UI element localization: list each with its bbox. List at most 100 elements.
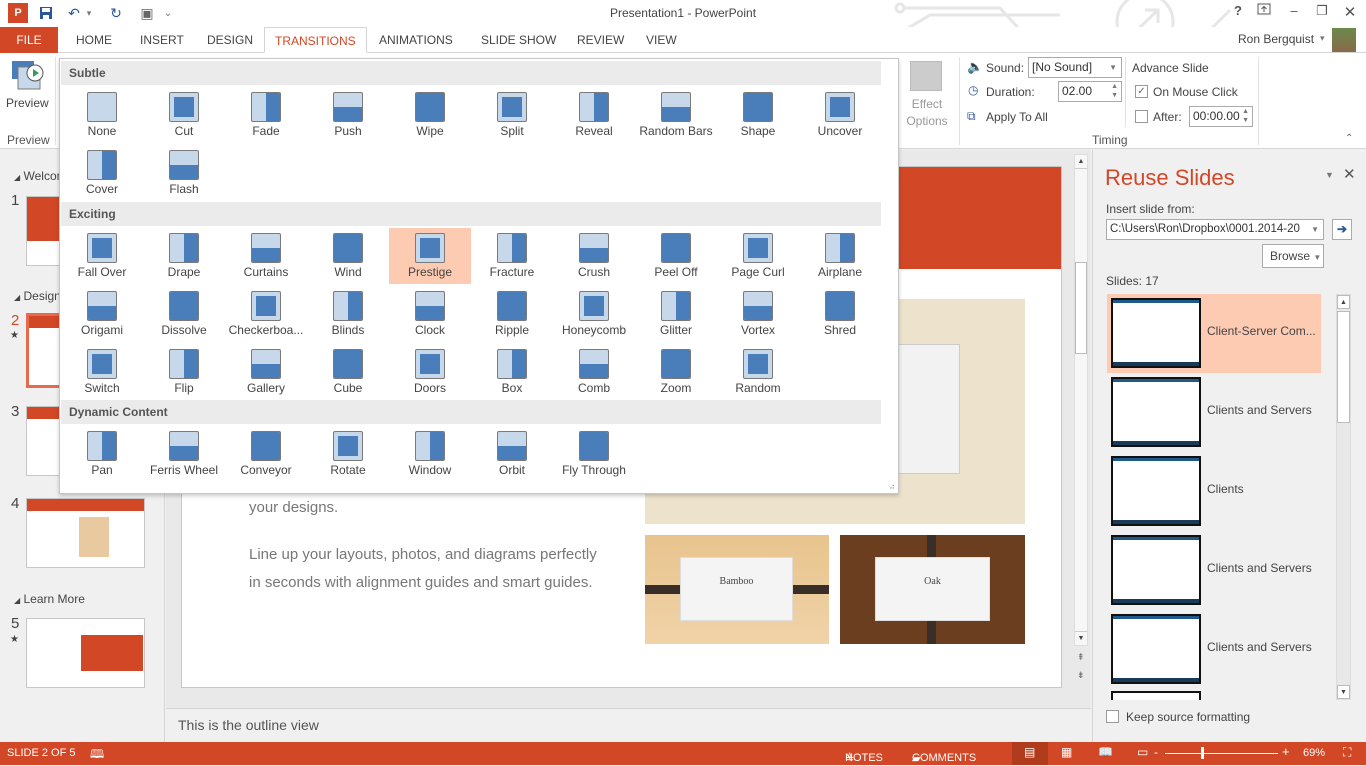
sound-dropdown[interactable]: [No Sound] ▼ (1028, 57, 1122, 78)
reuse-slide-item[interactable]: Clients and Servers (1107, 531, 1321, 610)
transition-uncover[interactable]: Uncover (799, 87, 881, 143)
slide-body-text[interactable]: your designs. (249, 499, 338, 516)
effect-options-button[interactable]: Effect Options (903, 96, 951, 130)
notes-text[interactable]: This is the outline view (178, 717, 319, 733)
tab-home[interactable]: HOME (66, 27, 122, 53)
transition-curtains[interactable]: Curtains (225, 228, 307, 284)
tab-insert[interactable]: INSERT (130, 27, 194, 53)
restore-button[interactable]: ❐ (1310, 3, 1334, 21)
transition-fracture[interactable]: Fracture (471, 228, 553, 284)
tab-animations[interactable]: ANIMATIONS (369, 27, 463, 53)
close-button[interactable]: ✕ (1338, 3, 1362, 21)
slide-body-paragraph[interactable]: Line up your layouts, photos, and diagra… (249, 541, 609, 597)
scroll-down-arrow-icon[interactable]: ▼ (1337, 685, 1350, 699)
transition-ferris-wheel[interactable]: Ferris Wheel (143, 426, 225, 482)
transition-origami[interactable]: Origami (61, 286, 143, 342)
reuse-slide-item[interactable]: Client-Server Com... (1107, 294, 1321, 373)
previous-slide-icon[interactable]: ⇞ (1077, 652, 1085, 663)
transition-cube[interactable]: Cube (307, 344, 389, 400)
transition-clock[interactable]: Clock (389, 286, 471, 342)
reuse-slide-item[interactable]: Clients (1107, 452, 1321, 531)
transition-window[interactable]: Window (389, 426, 471, 482)
zoom-in-button[interactable]: + (1282, 744, 1290, 759)
transition-drape[interactable]: Drape (143, 228, 225, 284)
transition-fly-through[interactable]: Fly Through (553, 426, 635, 482)
transition-cover[interactable]: Cover (61, 145, 143, 201)
user-name[interactable]: Ron Bergquist (1238, 32, 1314, 46)
transition-box[interactable]: Box (471, 344, 553, 400)
preview-icon[interactable] (10, 59, 46, 95)
transition-cut[interactable]: Cut (143, 87, 225, 143)
transition-gallery[interactable]: Gallery (225, 344, 307, 400)
scrollbar-thumb[interactable] (1337, 311, 1350, 423)
reuse-list-scrollbar[interactable]: ▲ ▼ (1336, 294, 1351, 700)
transition-wind[interactable]: Wind (307, 228, 389, 284)
next-slide-icon[interactable]: ⇟ (1077, 670, 1085, 681)
transition-crush[interactable]: Crush (553, 228, 635, 284)
collapse-ribbon-icon[interactable]: ⌃ (1345, 133, 1353, 144)
after-checkbox[interactable] (1135, 110, 1148, 123)
bamboo-image[interactable]: Bamboo (645, 535, 829, 644)
transition-flash[interactable]: Flash (143, 145, 225, 201)
reuse-slide-item[interactable]: Clients and Servers (1107, 373, 1321, 452)
transition-peel-off[interactable]: Peel Off (635, 228, 717, 284)
slide-sorter-icon[interactable]: ▦ (1061, 745, 1072, 759)
ribbon-display-options-button[interactable] (1252, 3, 1276, 21)
user-dropdown-icon[interactable]: ▾ (1320, 33, 1325, 44)
on-mouse-click-checkbox[interactable]: ✓ (1135, 85, 1148, 98)
go-arrow-button[interactable]: ➔ (1332, 219, 1352, 240)
spell-check-icon[interactable]: 🕮 (90, 745, 104, 766)
minimize-button[interactable]: – (1282, 3, 1306, 21)
transition-orbit[interactable]: Orbit (471, 426, 553, 482)
transition-conveyor[interactable]: Conveyor (225, 426, 307, 482)
transition-doors[interactable]: Doors (389, 344, 471, 400)
scroll-up-arrow-icon[interactable]: ▲ (1075, 155, 1087, 169)
slide-thumbnail-5[interactable] (26, 618, 145, 688)
scroll-down-arrow-icon[interactable]: ▼ (1075, 631, 1087, 645)
transition-vortex[interactable]: Vortex (717, 286, 799, 342)
zoom-slider-track[interactable] (1165, 753, 1278, 754)
reuse-slide-item[interactable]: Clients and Servers (1107, 610, 1321, 689)
reading-view-icon[interactable]: 📖 (1098, 745, 1113, 759)
effect-options-icon[interactable] (910, 61, 942, 91)
transition-flip[interactable]: Flip (143, 344, 225, 400)
transition-shred[interactable]: Shred (799, 286, 881, 342)
spinner-arrows-icon[interactable]: ▲ ▼ (1111, 82, 1118, 100)
transition-dissolve[interactable]: Dissolve (143, 286, 225, 342)
transition-comb[interactable]: Comb (553, 344, 635, 400)
preview-button[interactable]: Preview (6, 96, 49, 110)
tab-view[interactable]: VIEW (636, 27, 687, 53)
resize-grip-icon[interactable]: ⠴ (889, 482, 895, 491)
help-button[interactable]: ? (1226, 3, 1250, 21)
notes-pane[interactable]: This is the outline view (166, 708, 1091, 742)
user-avatar[interactable] (1332, 28, 1356, 52)
transition-glitter[interactable]: Glitter (635, 286, 717, 342)
transition-page-curl[interactable]: Page Curl (717, 228, 799, 284)
transition-none[interactable]: None (61, 87, 143, 143)
close-pane-icon[interactable]: ✕ (1343, 165, 1356, 183)
insert-from-path-combobox[interactable]: C:\Users\Ron\Dropbox\0001.2014-20 ▼ (1106, 219, 1324, 240)
transition-checkerboa[interactable]: Checkerboa... (225, 286, 307, 342)
tab-transitions[interactable]: TRANSITIONS (264, 27, 367, 53)
transition-rotate[interactable]: Rotate (307, 426, 389, 482)
transition-zoom[interactable]: Zoom (635, 344, 717, 400)
transition-pan[interactable]: Pan (61, 426, 143, 482)
pane-options-icon[interactable]: ▼ (1325, 170, 1334, 180)
editor-vertical-scrollbar[interactable]: ▲ ▼ (1074, 154, 1088, 646)
browse-button[interactable]: Browse ▼ (1262, 244, 1324, 268)
section-learn-more[interactable]: ◢ Learn More (14, 592, 85, 606)
transition-reveal[interactable]: Reveal (553, 87, 635, 143)
scroll-up-arrow-icon[interactable]: ▲ (1337, 295, 1350, 309)
duration-spinner[interactable]: 02.00 ▲ ▼ (1058, 81, 1122, 102)
transition-split[interactable]: Split (471, 87, 553, 143)
transition-random-bars[interactable]: Random Bars (635, 87, 717, 143)
after-time-spinner[interactable]: 00:00.00 ▲ ▼ (1189, 106, 1253, 127)
transition-shape[interactable]: Shape (717, 87, 799, 143)
transition-wipe[interactable]: Wipe (389, 87, 471, 143)
keep-source-formatting-checkbox[interactable] (1106, 710, 1119, 723)
oak-image[interactable]: Oak (840, 535, 1025, 644)
zoom-out-button[interactable]: - (1154, 745, 1158, 759)
slide-thumbnail-4[interactable] (26, 498, 145, 568)
zoom-level[interactable]: 69% (1303, 747, 1325, 759)
tab-design[interactable]: DESIGN (197, 27, 263, 53)
